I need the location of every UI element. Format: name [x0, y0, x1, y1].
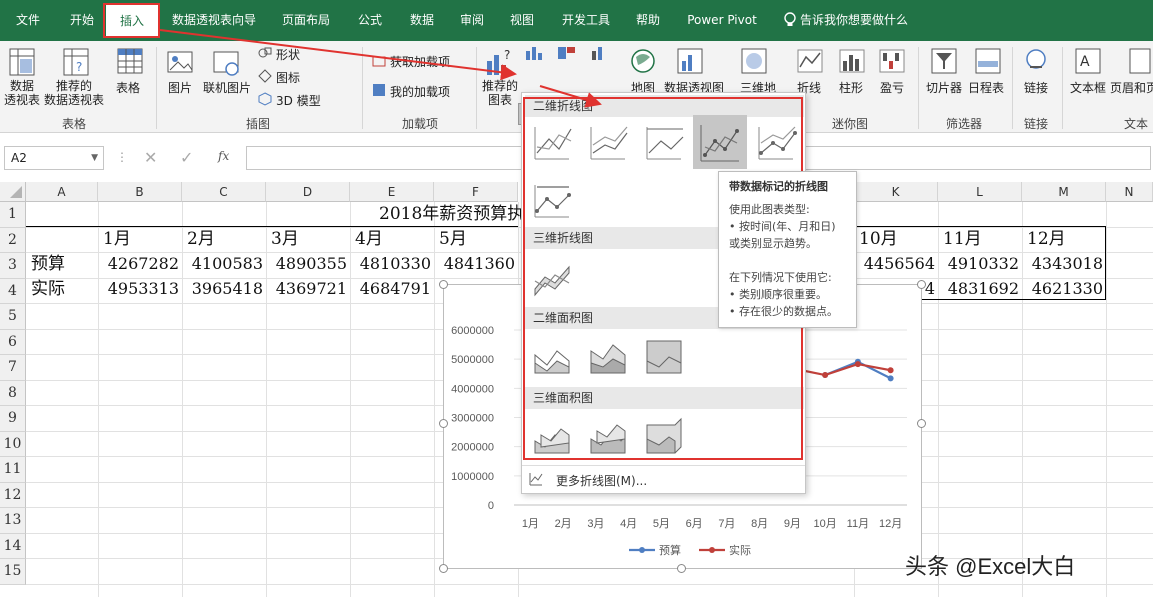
arrow-to-gallery — [539, 85, 602, 108]
annotation-arrows — [159, 29, 602, 108]
watermark: 头条 @Excel大白 — [905, 554, 1076, 579]
arrow-to-line-button — [159, 29, 517, 81]
